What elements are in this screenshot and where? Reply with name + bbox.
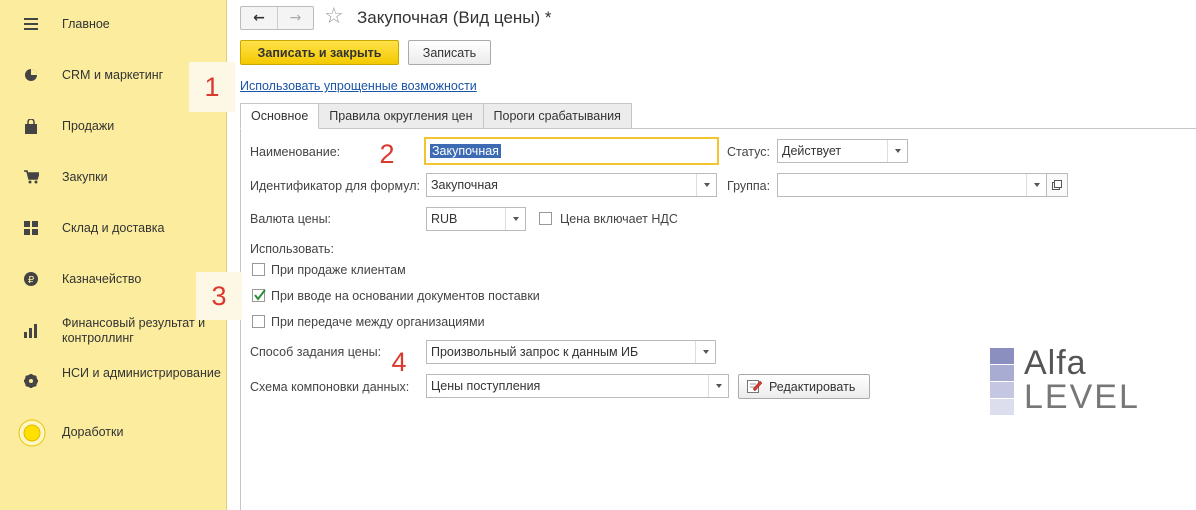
forward-arrow-icon: → [289,10,302,26]
currency-select[interactable]: RUB [426,207,526,231]
edit-icon [747,380,763,393]
sidebar-item-label: Доработки [62,425,124,439]
chevron-down-icon [1033,183,1040,187]
edit-schema-button[interactable]: Редактировать [738,374,870,399]
name-value: Закупочная [430,144,501,158]
marker-2: 2 [379,139,395,169]
currency-value: RUB [431,212,458,226]
bar-chart-icon [22,322,40,340]
checkmark-icon [254,289,266,301]
sidebar-item-purchases[interactable]: Закупки [0,167,227,187]
grid-icon [22,219,40,237]
sidebar-item-label: Казначейство [62,271,142,286]
status-value: Действует [782,144,842,158]
back-arrow-icon: ← [253,10,265,26]
pie-chart-icon [22,66,40,84]
sidebar-item-label: Главное [62,16,110,31]
sidebar-item-label: CRM и маркетинг [62,67,164,82]
marker-3: 3 [196,272,242,320]
sidebar-item-label: Закупки [62,169,108,184]
cart-icon [22,168,40,186]
group-label: Группа: [727,179,771,193]
dropdown-button[interactable] [695,341,715,363]
circle-icon [18,419,46,447]
sidebar-item-label: Финансовый результат и контроллинг [62,316,206,345]
back-button[interactable]: ← [241,7,277,29]
method-select[interactable]: Произвольный запрос к данным ИБ [426,340,716,364]
sidebar-item-label: Продажи [62,118,115,133]
sidebar-item-finance[interactable]: Финансовый результат и контроллинг [0,314,227,348]
logo-square [990,365,1014,381]
name-input[interactable]: Закупочная [424,137,719,165]
use-transfer-label: При передаче между организациями [271,315,485,329]
marker-1: 1 [189,62,235,112]
logo-text-level: LEVEL [1024,378,1140,416]
sidebar-item-label: НСИ и администрирование [62,366,221,380]
name-label: Наименование: [250,145,341,159]
schema-value: Цены поступления [431,379,541,393]
dropdown-button[interactable] [708,375,728,397]
main-content: ← → ☆ Закупочная (Вид цены) * Записать и… [228,0,1196,510]
vat-checkbox[interactable] [539,212,552,225]
chevron-down-icon [894,149,901,153]
chevron-down-icon [512,217,519,221]
menu-icon [22,15,40,33]
dropdown-button[interactable] [1026,174,1046,196]
use-supply-docs-label: При вводе на основании документов постав… [271,289,540,303]
page-title: Закупочная (Вид цены) * [357,8,552,27]
open-window-icon [1052,180,1062,190]
schema-select[interactable]: Цены поступления [426,374,729,398]
simplified-features-link[interactable]: Использовать упрощенные возможности [240,79,477,93]
group-select[interactable] [777,173,1047,197]
sidebar-item-warehouse[interactable]: Склад и доставка [0,218,227,238]
use-label: Использовать: [250,242,334,256]
forward-button[interactable]: → [277,7,313,29]
formula-id-label: Идентификатор для формул: [250,179,420,193]
chevron-down-icon [703,183,710,187]
favorite-star-icon[interactable]: ☆ [324,5,344,29]
vat-label: Цена включает НДС [560,212,678,226]
use-sales-checkbox[interactable] [252,263,265,276]
open-group-button[interactable] [1046,173,1068,197]
save-and-close-button[interactable]: Записать и закрыть [240,40,399,65]
use-transfer-checkbox[interactable] [252,315,265,328]
currency-label: Валюта цены: [250,212,332,226]
tab-rounding-rules[interactable]: Правила округления цен [318,103,484,129]
sidebar-item-label: Склад и доставка [62,220,165,235]
logo-square [990,382,1014,398]
logo-square [990,399,1014,415]
nav-buttons: ← → [240,6,314,30]
marker-4: 4 [391,347,407,377]
formula-id-value: Закупочная [431,178,498,192]
edit-label: Редактировать [769,379,856,394]
gear-icon [22,372,40,390]
sidebar-item-improvements[interactable]: Доработки [0,418,227,448]
method-label: Способ задания цены: [250,345,382,359]
chevron-down-icon [702,350,709,354]
shopping-bag-icon [22,117,40,135]
dropdown-button[interactable] [696,174,716,196]
schema-label: Схема компоновки данных: [250,380,410,394]
save-button[interactable]: Записать [408,40,491,65]
status-select[interactable]: Действует [777,139,908,163]
sidebar-item-treasury[interactable]: ₽ Казначейство [0,269,227,289]
status-label: Статус: [727,145,770,159]
ruble-icon: ₽ [22,270,40,288]
formula-id-select[interactable]: Закупочная [426,173,717,197]
chevron-down-icon [715,384,722,388]
sidebar-item-sales[interactable]: Продажи [0,116,227,136]
sidebar-item-main[interactable]: Главное [0,14,227,34]
method-value: Произвольный запрос к данным ИБ [431,345,639,359]
tab-thresholds[interactable]: Пороги срабатывания [482,103,632,129]
use-supply-docs-checkbox[interactable] [252,289,266,302]
sidebar-item-admin[interactable]: НСИ и администрирование [0,364,227,398]
use-sales-label: При продаже клиентам [271,263,406,277]
dropdown-button[interactable] [505,208,525,230]
logo-square [990,348,1014,364]
tab-main[interactable]: Основное [240,103,320,129]
dropdown-button[interactable] [887,140,907,162]
tab-bar: Основное Правила округления цен Пороги с… [240,103,632,129]
svg-text:₽: ₽ [28,275,35,286]
